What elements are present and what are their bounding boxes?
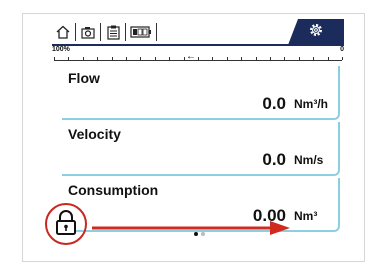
toolbar-divider: [156, 23, 157, 41]
scale-tick: [198, 57, 199, 60]
scale-max-label: 100%: [52, 46, 70, 53]
measurement-label: Flow: [68, 70, 100, 86]
scale-tick: [169, 57, 171, 60]
clipboard-icon[interactable]: [104, 23, 122, 41]
measurement-unit: Nm³/h: [294, 97, 328, 111]
scale-tick: [140, 57, 142, 60]
battery-icon[interactable]: [129, 23, 153, 41]
toolbar-divider: [125, 23, 126, 41]
measurement-unit: Nm³: [294, 209, 318, 223]
scale-line: [54, 60, 342, 61]
measurement-value: 0.0: [262, 94, 286, 113]
settings-button[interactable]: [288, 19, 344, 45]
gear-icon: [308, 22, 324, 43]
scale-tick: [270, 57, 271, 60]
measurement-row-flow[interactable]: Flow 0.0 Nm³/h: [62, 66, 340, 120]
home-icon[interactable]: [54, 23, 72, 41]
measurement-unit: Nm/s: [294, 153, 324, 167]
scale-tick: [313, 57, 315, 60]
scale-tick: [111, 57, 113, 60]
scale-tick: [212, 57, 214, 60]
scale-tick: [342, 57, 343, 60]
level-scale: 100% 0 ←: [52, 46, 344, 66]
device-screen: 100% 0 ← Flow 0.0 Nm³/h Velocity 0.0 Nm/…: [52, 19, 344, 239]
scale-tick: [226, 57, 228, 60]
scale-tick: [284, 57, 286, 60]
scale-tick: [126, 57, 127, 60]
scale-tick: [154, 57, 156, 60]
lock-icon[interactable]: [55, 210, 77, 236]
scale-min-label: 0: [340, 46, 344, 53]
measurement-value: 0.0: [262, 150, 286, 169]
scale-tick: [97, 57, 99, 60]
scale-tick: [298, 57, 300, 60]
arrow-right-icon: [92, 221, 290, 235]
toolbar-divider: [75, 23, 76, 41]
scale-tick: [54, 57, 55, 60]
toolbar-divider: [100, 23, 101, 41]
toolbar: [52, 19, 344, 46]
camera-icon[interactable]: [79, 23, 97, 41]
measurement-label: Consumption: [68, 182, 159, 198]
scale-tick: [82, 57, 84, 60]
measurement-label: Velocity: [68, 126, 121, 142]
scale-tick: [255, 57, 257, 60]
scale-tick: [68, 57, 70, 60]
scale-tick: [241, 57, 243, 60]
scale-tick: [327, 57, 329, 60]
measurement-row-velocity[interactable]: Velocity 0.0 Nm/s: [62, 122, 340, 176]
scale-tick: [183, 57, 185, 60]
